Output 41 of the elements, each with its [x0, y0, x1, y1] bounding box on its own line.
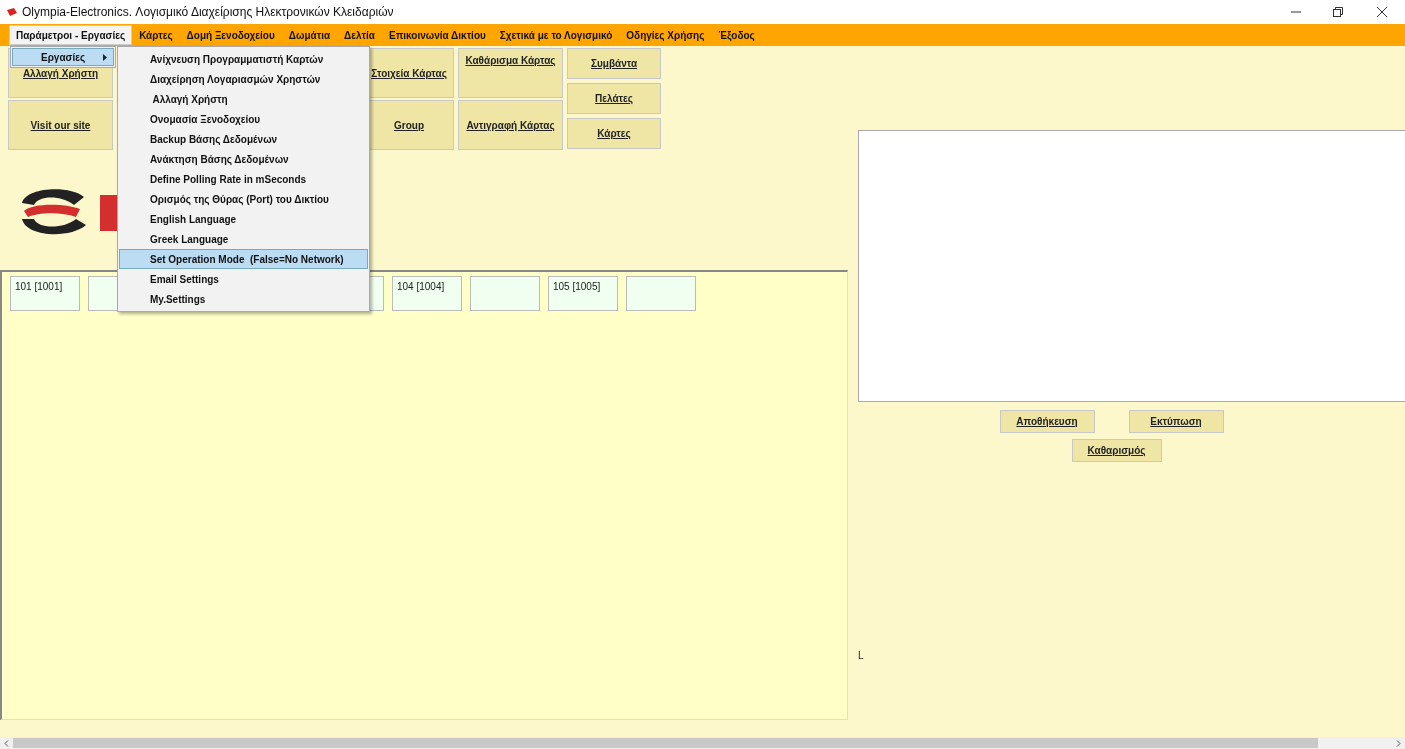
status-text: L: [858, 650, 864, 661]
submenu-arrow-icon: [103, 53, 107, 61]
action-button[interactable]: Αποθήκευση: [999, 410, 1095, 433]
menu-item[interactable]: Δελτία: [337, 25, 382, 45]
action-button[interactable]: Καθαρισμός: [1071, 439, 1162, 462]
submenu-item[interactable]: Ορισμός της Θύρας (Port) του Δικτίου: [119, 189, 368, 209]
menu-item[interactable]: Επικοινωνία Δικτίου: [381, 25, 493, 45]
toolbar-button[interactable]: Visit our site: [8, 100, 113, 150]
action-button[interactable]: Εκτύπωση: [1128, 410, 1224, 433]
submenu-item[interactable]: Set Operation Mode (False=No Network): [119, 249, 368, 269]
close-icon: [1377, 7, 1387, 17]
toolbar-button[interactable]: Κάρτες: [567, 118, 661, 149]
menu-item[interactable]: Δωμάτια: [281, 25, 338, 45]
menu-item[interactable]: Οδηγίες Χρήσης: [619, 25, 712, 45]
menu-item[interactable]: Κάρτες: [132, 25, 180, 45]
toolbar-button[interactable]: Πελάτες: [567, 83, 661, 114]
room-tile[interactable]: 105 [1005]: [548, 276, 618, 311]
room-tile[interactable]: [470, 276, 540, 311]
menu-item[interactable]: Δομή Ξενοδοχείου: [179, 25, 282, 45]
scroll-left-icon[interactable]: [4, 739, 9, 747]
menu-entry[interactable]: Εργασίες: [12, 48, 114, 66]
menu-item[interactable]: Έξοδος: [711, 25, 762, 45]
restore-icon: [1333, 7, 1343, 17]
submenu-item[interactable]: Define Polling Rate in mSeconds: [119, 169, 368, 189]
submenu-item[interactable]: Greek Language: [119, 229, 368, 249]
toolbar-button[interactable]: Καθάρισμα Κάρτας: [458, 48, 563, 98]
window-title: Olympia-Electronics. Λογισμικό Διαχείρισης Ηλεκτρονικών Κλειδαριών: [22, 4, 394, 21]
menu-item[interactable]: Σχετικά με το Λογισμικό: [492, 25, 620, 45]
menu-item[interactable]: Παράμετροι - Εργασίες: [9, 25, 133, 45]
room-tile[interactable]: 101 [1001]: [10, 276, 80, 311]
app-icon: [6, 7, 18, 17]
scroll-right-icon[interactable]: [1396, 739, 1401, 747]
submenu-item[interactable]: Ανάκτηση Βάσης Δεδομένων: [119, 149, 368, 169]
horizontal-scrollbar[interactable]: [0, 737, 1405, 749]
submenu-item[interactable]: My.Settings: [119, 289, 368, 309]
toolbar-button[interactable]: Αντιγραφή Κάρτας: [458, 100, 563, 150]
submenu-item[interactable]: Email Settings: [119, 269, 368, 289]
room-tile[interactable]: 104 [1004]: [392, 276, 462, 311]
room-tile[interactable]: [626, 276, 696, 311]
submenu-item[interactable]: English Language: [119, 209, 368, 229]
toolbar-button[interactable]: Συμβάντα: [567, 48, 661, 79]
